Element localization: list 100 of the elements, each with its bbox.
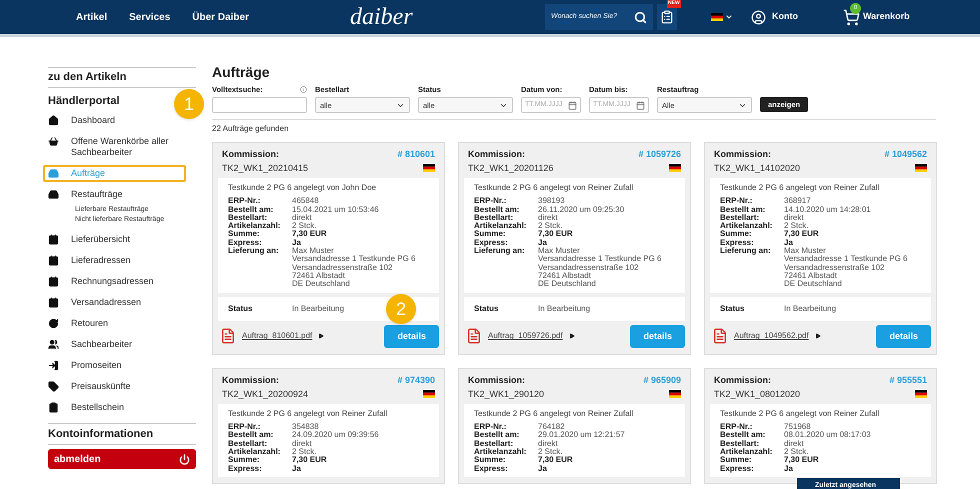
field-label: Summe: [228, 230, 261, 239]
sidebar-item[interactable]: Promoseiten [43, 357, 186, 374]
address-line: Versandadressenstraße 102 [292, 264, 394, 272]
address-line: 72461 Albstadt [538, 272, 592, 280]
address-line: Versandadresse 1 Testkunde PG 6 [538, 255, 662, 264]
pdf-download-link[interactable]: Auftrag_1059726.pdf [488, 330, 563, 342]
nav-link[interactable]: Über Daiber [192, 10, 249, 24]
commission-value: TK2_WK1_20210415 [222, 162, 308, 175]
field-label: ERP-Nr.: [474, 197, 508, 206]
users-icon [48, 339, 59, 350]
field-label: Bestellt am: [720, 206, 766, 214]
field-label: ERP-Nr.: [474, 423, 508, 432]
order-note: Testkunde 2 PG 6 angelegt von Reiner Zufall [720, 408, 880, 420]
annotation-marker: 1 [174, 89, 204, 119]
address-line: Versandadresse 1 Testkunde PG 6 [784, 255, 908, 264]
pdf-download-link[interactable]: Auftrag_810601.pdf [242, 330, 312, 342]
field-label: Express: [228, 464, 263, 473]
nav-link[interactable]: Services [129, 10, 170, 24]
field-value: 2 Stck. [292, 448, 316, 456]
field-label: Express: [720, 464, 755, 473]
calendar-icon [636, 100, 645, 110]
field-value: 2 Stck. [292, 222, 316, 230]
field-value: 398193 [538, 197, 565, 206]
field-value: 7,30 EUR [784, 230, 819, 239]
commission-label: Kommission: [468, 374, 526, 388]
field-label: Bestellt am: [228, 206, 274, 214]
sidebar-item[interactable]: Versandadressen [43, 294, 186, 311]
field-label: Express: [720, 238, 755, 247]
field-value: direkt [292, 214, 312, 222]
field-label: Artikelanzahl: [474, 448, 528, 456]
basket-icon [48, 136, 59, 147]
field-value: Ja [292, 238, 301, 248]
field-value: direkt [784, 440, 804, 448]
pdf-download-link[interactable]: Auftrag_1049562.pdf [734, 330, 809, 342]
field-label: Express: [474, 238, 509, 247]
page-title: Aufträge [212, 64, 271, 80]
address-line: DE Deutschland [292, 280, 351, 289]
field-value: 354838 [292, 423, 319, 432]
field-label: Lieferung an: [720, 247, 772, 258]
fulltext-search-field[interactable] [212, 97, 307, 114]
sign-in-icon [48, 360, 59, 371]
field-value: direkt [538, 214, 558, 222]
field-value: 368917 [784, 197, 811, 206]
field-value: 751968 [784, 423, 811, 432]
cart-icon[interactable] [843, 8, 860, 26]
section-heading: Kontoinformationen [48, 428, 154, 441]
status-label: Status [720, 302, 746, 315]
logo[interactable]: daiber [350, 0, 540, 35]
field-value: Ja [538, 464, 547, 473]
chevron-down-icon[interactable] [725, 13, 733, 21]
field-label: Artikelanzahl: [474, 222, 528, 230]
field-label: Artikelanzahl: [228, 222, 282, 230]
field-value: 29.01.2020 um 12:21:57 [538, 431, 625, 440]
field-label: Summe: [474, 456, 507, 464]
field-value: 764182 [538, 423, 565, 432]
address-line: Max Muster [784, 247, 826, 256]
account-icon[interactable] [751, 10, 766, 24]
sidebar-item[interactable]: Lieferübersicht [43, 231, 186, 248]
order-list-icon[interactable] [660, 10, 674, 24]
search-icon[interactable] [634, 10, 647, 24]
tag-icon [48, 381, 59, 392]
address-line: DE Deutschland [538, 280, 597, 289]
sidebar-item[interactable]: Rechnungsadressen [43, 273, 186, 290]
home-icon [48, 115, 59, 126]
german-flag-icon [711, 13, 723, 21]
field-label: ERP-Nr.: [720, 423, 754, 432]
cart-link[interactable]: Warenkorb [863, 10, 910, 24]
account-link[interactable]: Konto [772, 10, 798, 24]
sidebar-item[interactable]: Offene Warenkörbe aller Sachbearbeiter [43, 133, 186, 161]
field-label: Bestellart: [474, 214, 514, 222]
commission-value: TK2_WK1_20201126 [468, 162, 554, 175]
sidebar-item[interactable]: Sachbearbeiter [43, 336, 186, 353]
field-value: 7,30 EUR [292, 456, 327, 464]
commission-value: TK2_WK1_08012020 [714, 388, 800, 401]
nav-link[interactable]: Artikel [76, 10, 108, 24]
field-label: Summe: [228, 456, 261, 464]
back-to-articles-link[interactable]: zu den Artikeln [48, 71, 126, 84]
sidebar-item[interactable]: Lieferadressen [43, 252, 186, 269]
address-line: Max Muster [292, 247, 334, 256]
field-label: ERP-Nr.: [720, 197, 754, 206]
field-value: Ja [784, 464, 793, 473]
address-line: 72461 Albstadt [784, 272, 838, 280]
field-value: 7,30 EUR [784, 456, 819, 464]
field-label: Express: [228, 238, 263, 247]
pdf-file-icon [466, 328, 482, 344]
play-arrow-icon [318, 333, 324, 340]
pdf-file-icon [712, 328, 728, 344]
field-label: Summe: [720, 230, 753, 239]
german-flag-icon [423, 390, 435, 398]
commission-label: Kommission: [222, 148, 280, 162]
play-arrow-icon [814, 333, 821, 340]
field-value: 26.11.2020 um 09:25:30 [538, 206, 624, 214]
logout-button[interactable]: abmelden [48, 449, 196, 469]
sidebar-item[interactable]: Bestellschein [43, 399, 186, 416]
commission-value: TK2_WK1_290120 [468, 388, 544, 401]
field-label: Bestellt am: [474, 431, 520, 440]
field-value: 7,30 EUR [292, 230, 327, 239]
sidebar-item[interactable]: Preisauskünfte [43, 378, 186, 395]
sidebar-item[interactable]: Retouren [43, 315, 186, 332]
sidebar-item[interactable]: Restaufträge [43, 186, 186, 203]
